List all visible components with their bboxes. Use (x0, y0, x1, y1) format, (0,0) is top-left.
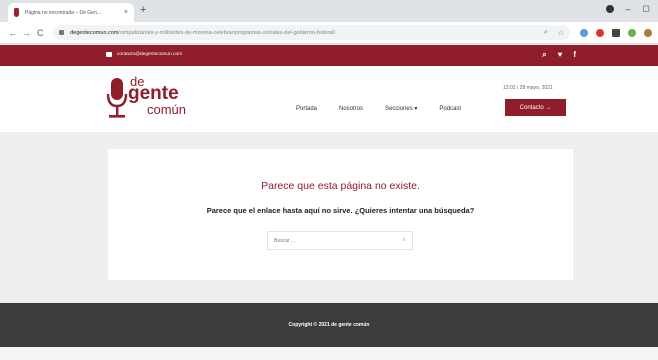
address-bar[interactable]: degentecomun.com/simpatizantes-y-militan… (53, 25, 571, 40)
microphone-icon (106, 78, 128, 118)
header-date: 13:02 / 28 mayo, 2021 (503, 85, 553, 91)
avatar[interactable] (644, 28, 653, 37)
not-found-message: Parece que el enlace hasta aquí no sirve… (206, 206, 475, 215)
mail-icon (106, 52, 112, 57)
lock-icon (59, 30, 65, 35)
twitter-icon[interactable]: ♥ (558, 50, 563, 60)
site-topbar: contacto@degentecomun.com ⌕ ♥ f (0, 45, 658, 66)
not-found-card: Parece que esta página no existe. Parece… (108, 149, 573, 280)
site-footer: Copyright © 2021 de gente común (0, 303, 658, 347)
search-form: ⌕ (267, 231, 413, 250)
contact-button[interactable]: Contacto → (505, 99, 566, 116)
maximize-icon[interactable]: ◻ (643, 3, 650, 14)
search-input[interactable] (274, 237, 403, 244)
browser-tab[interactable]: Página no encontrada – De Gen… × (8, 3, 134, 22)
browser-tabstrip: Página no encontrada – De Gen… × + – ◻ (0, 0, 658, 22)
logo-text-comun: común (147, 102, 187, 117)
extension-icon[interactable] (580, 28, 589, 37)
search-icon[interactable]: ⌕ (542, 50, 546, 60)
extension-icon[interactable] (596, 28, 605, 37)
site-favicon-icon (14, 8, 19, 17)
logo-text-gente: gente (128, 83, 179, 104)
site-logo[interactable]: de gente común (105, 74, 205, 122)
nav-item-secciones[interactable]: Secciones ▾ (385, 105, 417, 112)
page-bottom (0, 347, 658, 360)
browser-toolbar: ← → C degentecomun.com/simpatizantes-y-m… (0, 22, 658, 44)
forward-button[interactable]: → (20, 28, 34, 38)
facebook-icon[interactable]: f (573, 50, 576, 60)
nav-item-nosotros[interactable]: Nosotros (339, 106, 363, 112)
url-text[interactable]: degentecomun.com/simpatizantes-y-militan… (70, 30, 538, 36)
nav-item-podcast[interactable]: Podcast (439, 106, 461, 112)
copyright-text: Copyright © 2021 de gente común (288, 322, 370, 328)
site-header: de gente común Portada Nosotros Seccione… (0, 66, 658, 132)
page-title: Parece que esta página no existe. (261, 180, 420, 192)
extension-icon[interactable] (628, 28, 637, 37)
contact-email[interactable]: contacto@degentecomun.com (117, 52, 182, 57)
reload-button[interactable]: C (33, 28, 47, 38)
profile-icon[interactable] (605, 4, 614, 13)
tab-title: Página no encontrada – De Gen… (25, 9, 102, 16)
back-button[interactable]: ← (6, 28, 20, 38)
tab-close-icon[interactable]: × (124, 9, 128, 16)
star-icon[interactable]: ☆ (558, 29, 564, 37)
search-icon[interactable]: ⌕ (544, 29, 548, 37)
window-controls: – ◻ (605, 3, 650, 14)
topbar-icons: ⌕ ♥ f (542, 50, 576, 60)
nav-item-portada[interactable]: Portada (296, 106, 317, 112)
search-icon[interactable]: ⌕ (403, 237, 406, 244)
puzzle-icon[interactable] (612, 28, 621, 37)
new-tab-button[interactable]: + (140, 4, 146, 16)
minimize-icon[interactable]: – (626, 4, 631, 14)
extensions (580, 28, 653, 37)
topbar-contact[interactable]: contacto@degentecomun.com (106, 52, 182, 57)
main-nav: Portada Nosotros Secciones ▾ Podcast (296, 105, 483, 113)
